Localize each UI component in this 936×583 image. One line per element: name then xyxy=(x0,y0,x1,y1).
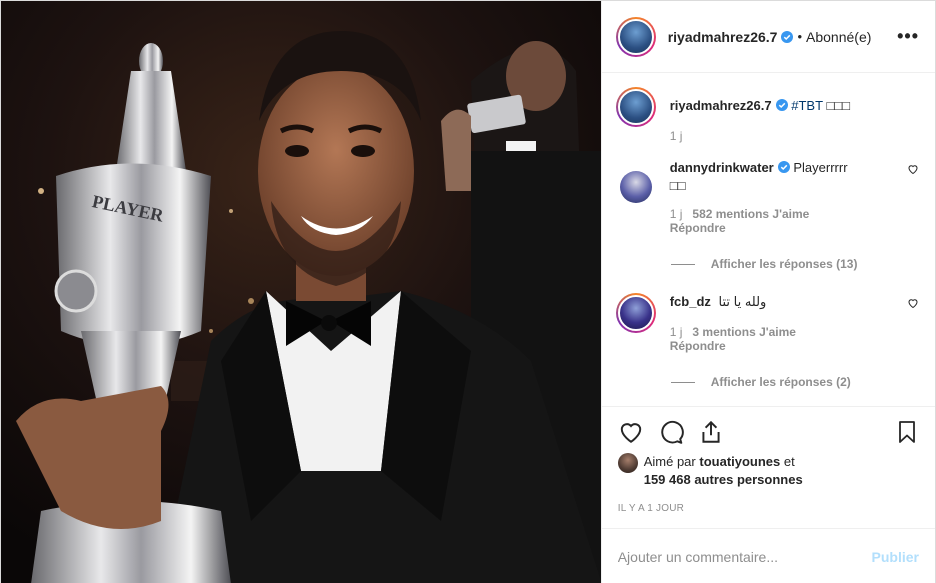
comment-icon[interactable] xyxy=(658,419,684,445)
liker-avatar[interactable] xyxy=(617,453,638,473)
comment-time[interactable]: 1 j xyxy=(670,325,683,339)
comment-likes[interactable]: 582 mentions J'aime xyxy=(692,207,809,221)
follow-button[interactable]: Abonné(e) xyxy=(806,29,871,45)
comments-list: riyadmahrez26.7 #TBT □□□ 1 j dannydrinkw… xyxy=(602,73,935,406)
post-header: riyadmahrez26.7 • Abonné(e) ••• xyxy=(601,1,935,73)
share-icon[interactable] xyxy=(698,419,724,445)
show-replies-label[interactable]: Afficher les réponses (13) xyxy=(711,257,858,271)
caption-time[interactable]: 1 j xyxy=(670,129,683,143)
verified-icon xyxy=(781,30,794,43)
show-replies-button[interactable]: Afficher les réponses (13) xyxy=(670,257,919,271)
author-avatar[interactable] xyxy=(615,16,656,57)
comment-username[interactable]: dannydrinkwater xyxy=(670,160,774,175)
liked-by: Aimé par touatiyounes et 159 468 autres … xyxy=(617,453,919,489)
comment-emoji: □□ xyxy=(669,178,686,193)
author-username[interactable]: riyadmahrez26.7 xyxy=(668,29,778,45)
replies-line xyxy=(670,381,695,383)
liked-by-prefix: Aimé par xyxy=(643,454,696,469)
reply-button[interactable]: Répondre xyxy=(670,221,907,235)
liked-by-user[interactable]: touatiyounes xyxy=(699,454,780,469)
commenter-avatar[interactable] xyxy=(619,171,652,203)
caption-username[interactable]: riyadmahrez26.7 xyxy=(670,98,772,113)
post-sidebar: riyadmahrez26.7 • Abonné(e) ••• riyadmah… xyxy=(600,1,935,583)
show-replies-label[interactable]: Afficher les réponses (2) xyxy=(711,375,851,389)
show-replies-button[interactable]: Afficher les réponses (2) xyxy=(670,375,919,389)
publish-button[interactable]: Publier xyxy=(872,549,919,565)
comment-likes[interactable]: 3 mentions J'aime xyxy=(692,325,796,339)
caption: riyadmahrez26.7 #TBT □□□ 1 j xyxy=(615,87,919,143)
more-icon[interactable]: ••• xyxy=(897,26,919,47)
comment-time[interactable]: 1 j xyxy=(670,207,683,221)
commenter-avatar[interactable] xyxy=(615,293,656,333)
reply-button[interactable]: Répondre xyxy=(670,339,907,353)
liked-by-suffix: et xyxy=(783,454,795,469)
comment-item: dannydrinkwater Playerrrrr □□ 1 j 582 men… xyxy=(616,159,919,235)
caption-avatar[interactable] xyxy=(615,87,656,127)
verified-icon xyxy=(777,161,790,173)
bookmark-icon[interactable] xyxy=(895,419,919,445)
comment-username[interactable]: fcb_dz xyxy=(670,294,711,309)
comment-input[interactable] xyxy=(617,548,872,565)
instagram-post: PLAYER riyadmahrez26.7 • Abonné(e) ••• r… xyxy=(0,0,936,583)
comment-item: fcb_dz ولله يا تتا 1 j3 mentions J'aime … xyxy=(615,293,919,353)
post-time[interactable]: IL Y A 1 JOUR xyxy=(618,503,919,514)
heart-icon[interactable] xyxy=(618,419,644,445)
add-comment-bar: Publier xyxy=(601,528,935,583)
verified-icon xyxy=(775,99,788,111)
comment-text: Playerrrrr xyxy=(793,160,848,175)
caption-emoji: □□□ xyxy=(826,98,850,113)
post-photo[interactable]: PLAYER xyxy=(1,1,601,583)
caption-hashtag[interactable]: #TBT xyxy=(791,98,823,113)
comment-heart-icon[interactable] xyxy=(907,297,919,309)
photo-illustration: PLAYER xyxy=(1,1,601,583)
action-bar: Aimé par touatiyounes et 159 468 autres … xyxy=(601,406,935,514)
comment-heart-icon[interactable] xyxy=(907,163,919,175)
separator-dot: • xyxy=(797,29,803,44)
comment-text: ولله يا تتا xyxy=(718,294,767,309)
liked-by-count[interactable]: 159 468 autres personnes xyxy=(644,472,803,487)
replies-line xyxy=(670,263,695,265)
